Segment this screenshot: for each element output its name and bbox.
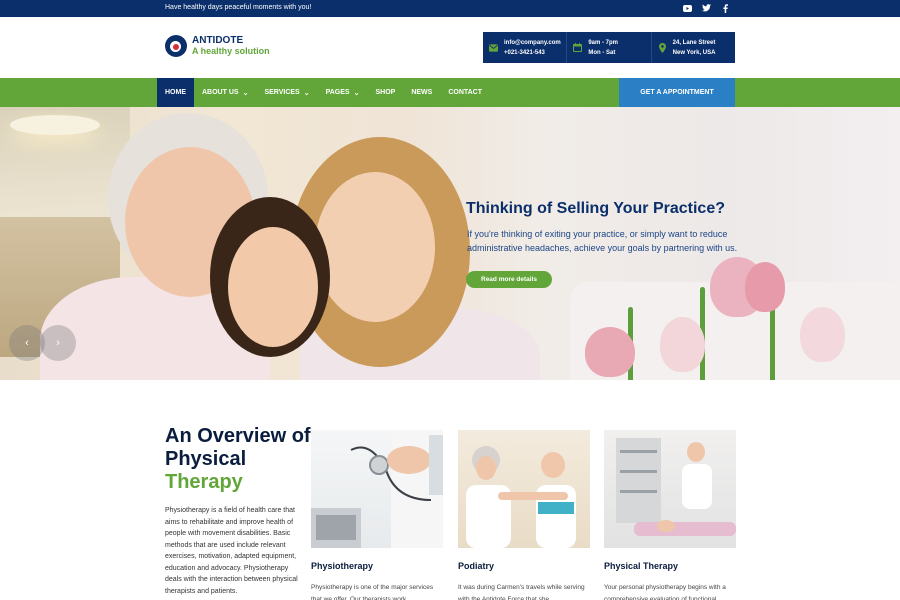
logo[interactable]: ANTIDOTE A healthy solution: [165, 35, 270, 57]
read-more-button[interactable]: Read more details: [466, 271, 552, 288]
main-nav: HOME ABOUT US ⌄ SERVICES ⌄ PAGES ⌄ SHOP NEW…: [0, 78, 900, 107]
get-appointment-button[interactable]: GET A APPOINTMENT: [619, 78, 735, 107]
hero-slider: Thinking of Selling Your Practice? If yo…: [0, 107, 900, 380]
logo-mark-icon: [165, 35, 187, 57]
contact-hours-line2: Mon - Sat: [588, 49, 616, 56]
physical-therapy-image: [604, 430, 736, 548]
contact-info-box: info@company.com +021-3421-543 9am - 7pm…: [483, 32, 735, 63]
nav-item-home[interactable]: HOME: [157, 78, 194, 107]
chevron-down-icon: ⌄: [242, 89, 249, 97]
service-card-physiotherapy[interactable]: Physiotherapy Physiotherapy is one of th…: [311, 430, 443, 600]
contact-address-line2: New York, USA: [672, 49, 716, 56]
tulip-flower: [660, 317, 705, 372]
mail-icon: [489, 43, 498, 52]
service-card-physical-therapy[interactable]: Physical Therapy Your personal physiothe…: [604, 430, 736, 600]
hero-photo-girl-face: [228, 227, 318, 347]
hero-subtitle: If you're thinking of exiting your pract…: [467, 229, 738, 253]
top-tagline: Have healthy days peaceful moments with …: [165, 4, 312, 11]
top-bar: Have healthy days peaceful moments with …: [0, 0, 900, 17]
card-description: It was during Carmen's travels while ser…: [458, 584, 585, 600]
twitter-icon[interactable]: [702, 3, 711, 13]
tulip-flower: [800, 307, 845, 362]
tulip-flower: [745, 262, 785, 312]
brand-tagline: A healthy solution: [192, 46, 270, 56]
contact-hours-line1: 9am - 7pm: [588, 39, 619, 46]
nav-menu: HOME ABOUT US ⌄ SERVICES ⌄ PAGES ⌄ SHOP NEW…: [157, 78, 490, 107]
card-title: Physical Therapy: [604, 561, 679, 571]
contact-address: 24, Lane Street New York, USA: [652, 32, 735, 63]
contact-email-line2[interactable]: +021-3421-543: [504, 48, 561, 58]
nav-item-shop[interactable]: SHOP: [367, 78, 403, 107]
card-title: Podiatry: [458, 561, 495, 571]
card-title: Physiotherapy: [311, 561, 374, 571]
nav-item-contact[interactable]: CONTACT: [440, 78, 490, 107]
calendar-icon: [573, 43, 583, 52]
hero-bg-lamp: [10, 115, 100, 135]
map-pin-icon: [658, 42, 667, 53]
nav-item-about-us[interactable]: ABOUT US ⌄: [194, 78, 256, 107]
youtube-icon[interactable]: [683, 3, 692, 13]
contact-email: info@company.com +021-3421-543: [483, 32, 568, 63]
nav-item-services[interactable]: SERVICES ⌄: [256, 78, 317, 107]
physiotherapy-image: [311, 430, 443, 548]
card-description: Your personal physiotherapy begins with …: [604, 584, 726, 600]
hero-photo-mother-face: [315, 172, 435, 322]
hero-title: Thinking of Selling Your Practice?: [466, 200, 725, 217]
contact-email-line1[interactable]: info@company.com: [504, 38, 561, 48]
contact-address-line1: 24, Lane Street: [672, 39, 716, 46]
overview-text: Physiotherapy is a field of health care …: [165, 507, 298, 595]
chevron-left-icon: ‹: [25, 337, 29, 349]
facebook-icon[interactable]: [721, 3, 730, 13]
service-card-podiatry[interactable]: Podiatry It was during Carmen's travels …: [458, 430, 590, 600]
slider-next-button[interactable]: ›: [40, 325, 76, 361]
nav-item-pages[interactable]: PAGES ⌄: [318, 78, 368, 107]
chevron-down-icon: ⌄: [353, 89, 360, 97]
tulip-flower: [585, 327, 635, 377]
podiatry-image: [458, 430, 590, 548]
card-description: Physiotherapy is one of the major servic…: [311, 584, 434, 600]
brand-name: ANTIDOTE: [192, 35, 244, 46]
overview-heading: An Overview of Physical Therapy: [165, 425, 311, 493]
chevron-right-icon: ›: [56, 337, 60, 349]
nav-item-news[interactable]: NEWS: [403, 78, 440, 107]
contact-hours: 9am - 7pm Mon - Sat: [567, 32, 652, 63]
chevron-down-icon: ⌄: [303, 89, 310, 97]
social-links: [683, 3, 730, 13]
site-header: ANTIDOTE A healthy solution info@company…: [0, 17, 900, 78]
